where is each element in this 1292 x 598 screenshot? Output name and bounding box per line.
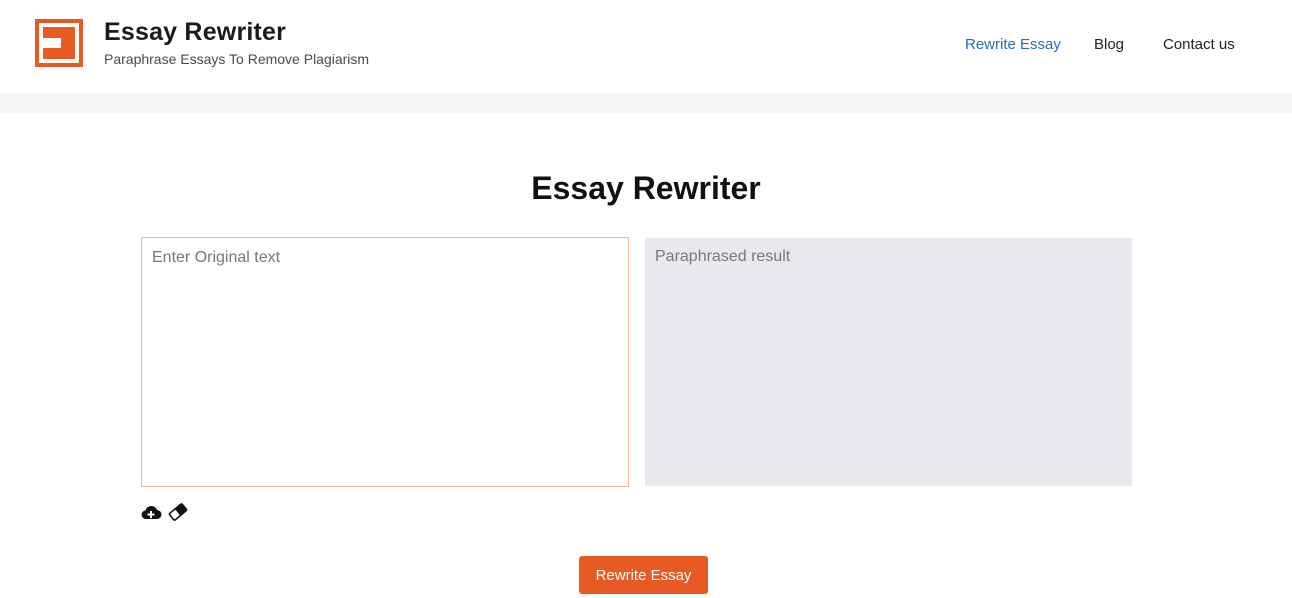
nav-rewrite-essay[interactable]: Rewrite Essay xyxy=(965,36,1061,53)
rewrite-essay-button[interactable]: Rewrite Essay xyxy=(579,556,708,594)
essay-rewriter-logo[interactable] xyxy=(35,19,83,67)
nav-contact-us[interactable]: Contact us xyxy=(1163,36,1235,53)
paraphrased-result-box: Paraphrased result xyxy=(645,238,1132,486)
original-text-input[interactable] xyxy=(141,237,629,487)
nav-blog[interactable]: Blog xyxy=(1094,36,1124,53)
header-divider-band xyxy=(0,93,1292,113)
page-title: Essay Rewriter xyxy=(531,170,761,206)
brand-tagline: Paraphrase Essays To Remove Plagiarism xyxy=(104,51,370,67)
eraser-icon[interactable] xyxy=(167,502,189,522)
cloud-upload-icon[interactable] xyxy=(140,502,162,522)
site-header: Essay Rewriter Paraphrase Essays To Remo… xyxy=(0,0,1292,93)
brand-title[interactable]: Essay Rewriter xyxy=(104,18,286,47)
